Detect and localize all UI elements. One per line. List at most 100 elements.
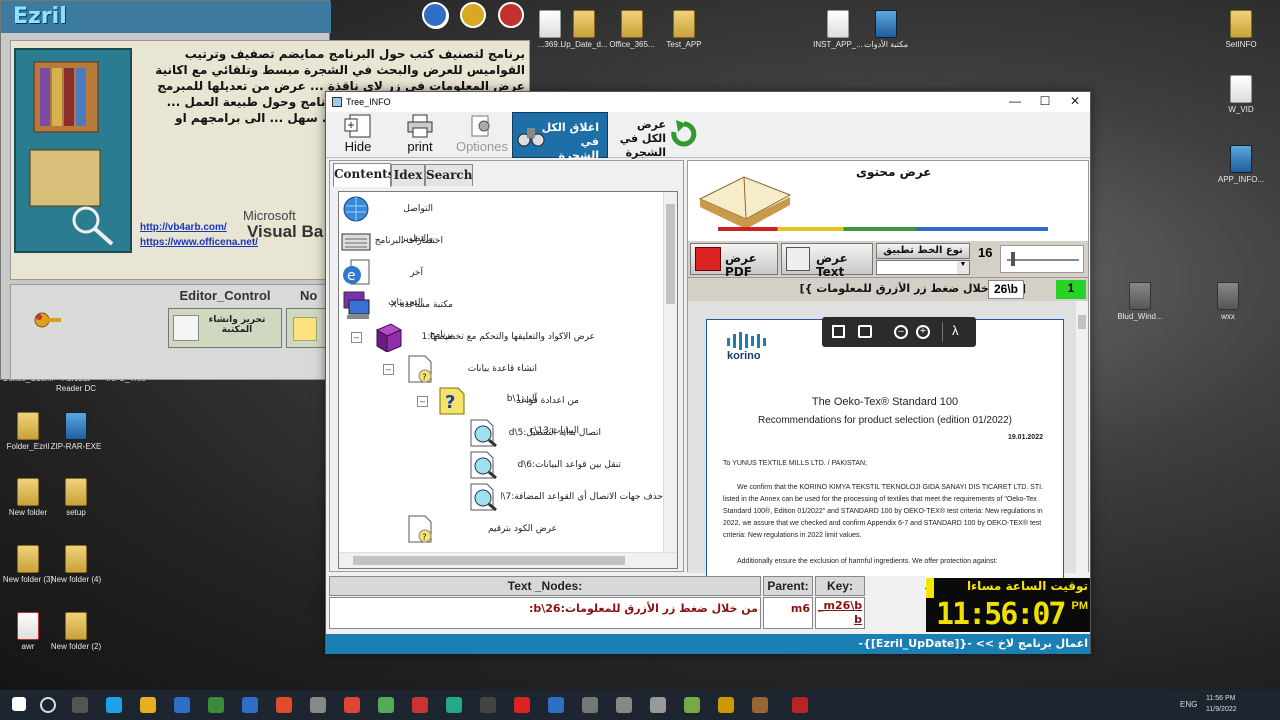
options-button[interactable]: Optiones <box>452 112 512 158</box>
taskbar-app-icon[interactable] <box>276 697 292 713</box>
taskbar-app-icon[interactable] <box>582 697 598 713</box>
folder-icon <box>17 545 39 573</box>
task-view-icon[interactable] <box>72 697 88 713</box>
desktop-icon[interactable]: Test_APP <box>656 10 712 50</box>
desktop-icon[interactable]: New folder (4) <box>48 545 104 585</box>
taskbar-app-icon[interactable] <box>446 697 462 713</box>
tab-search[interactable]: Search <box>425 164 473 186</box>
desktop-icon[interactable]: Blud_Wind... <box>1112 282 1168 322</box>
edit-library-button[interactable]: تحرير وانشاء المكتبة <box>168 308 282 348</box>
desktop-icon[interactable]: New folder (2) <box>48 612 104 652</box>
show-text-button[interactable]: عرض Text <box>781 243 873 279</box>
tree-node[interactable]: حذف جهات الاتصال أي القواعد المضافة:d\7 <box>501 482 663 512</box>
print-icon[interactable] <box>858 325 872 338</box>
open-book-icon <box>698 176 792 229</box>
taskbar-app-icon[interactable] <box>650 697 666 713</box>
taskbar-app-icon[interactable] <box>752 697 768 713</box>
edit-pencil-button[interactable] <box>286 308 326 348</box>
node-link-text: [{ من خلال ضغط زر الأزرق للمعلومات }] <box>692 282 1026 299</box>
desktop-icon[interactable]: wxx <box>1200 282 1256 322</box>
save-icon[interactable] <box>832 325 845 338</box>
desktop-icon[interactable]: مكتبة الأدوات <box>858 10 914 50</box>
close-all-tree-button[interactable]: اغلاق الكل في الشجرة <box>512 112 608 162</box>
microsoft-label: Microsoft <box>243 208 296 223</box>
scroll-thumb[interactable] <box>353 556 625 565</box>
desktop-icon[interactable]: W_VID <box>1213 75 1269 115</box>
desktop-icon[interactable]: SetINFO <box>1213 10 1269 50</box>
tree-vertical-scrollbar[interactable] <box>663 192 677 554</box>
opera-icon[interactable] <box>514 697 530 713</box>
show-all-tree-button[interactable]: عرض الكل في الشجرة <box>610 112 702 159</box>
zoom-in-icon[interactable]: + <box>916 325 930 339</box>
font-type-button[interactable]: نوع الخط تطبيق <box>876 243 970 259</box>
edge-icon[interactable] <box>106 697 122 713</box>
file-explorer-icon[interactable] <box>140 697 156 713</box>
store-icon[interactable] <box>174 697 190 713</box>
search-icon <box>469 418 499 448</box>
officena-link[interactable]: https://www.officena.net/ <box>140 237 258 248</box>
tab-contents[interactable]: Contents <box>333 163 394 187</box>
document-scrollbar[interactable] <box>1076 301 1088 573</box>
hide-button[interactable]: Hide <box>332 112 384 158</box>
close-button[interactable]: ✕ <box>1060 92 1090 112</box>
zoom-out-icon[interactable]: – <box>894 325 908 339</box>
key-value: _m26\b b <box>815 597 865 629</box>
clock-panel: توقيت الساعة مساءا 11:56:07 PM <box>926 578 1090 632</box>
font-size-slider[interactable] <box>1000 245 1084 273</box>
scroll-thumb[interactable] <box>666 204 675 304</box>
print-button[interactable]: print <box>394 112 446 158</box>
document-view[interactable]: korino The Oeko-Tex® Standard 100 Recomm… <box>688 301 1088 589</box>
desktop-icon[interactable]: APP_INFO... <box>1213 145 1269 185</box>
taskbar-app-icon[interactable] <box>616 697 632 713</box>
collapse-expander[interactable]: – <box>417 396 428 407</box>
tree-node[interactable]: آخر التحديثات <box>373 258 423 308</box>
taskbar-time[interactable]: 11:56 PM <box>1206 695 1235 702</box>
tree-node[interactable]: التواصل والتطوير <box>373 194 433 244</box>
taskbar-app-icon[interactable] <box>378 697 394 713</box>
taskbar-app-icon[interactable] <box>242 697 258 713</box>
desktop-icon[interactable]: ZIP-RAR-EXE <box>48 412 104 452</box>
taskbar-app-icon[interactable] <box>718 697 734 713</box>
tree-node[interactable]: اختصارات البرنامج <box>373 226 443 256</box>
collapse-expander[interactable]: – <box>351 332 362 343</box>
info-round-button[interactable] <box>422 2 448 28</box>
taskbar-app-icon[interactable] <box>208 697 224 713</box>
scroll-thumb[interactable] <box>1078 315 1086 329</box>
taskbar-app-icon[interactable] <box>412 697 428 713</box>
taskbar-app-icon[interactable] <box>548 697 564 713</box>
taskbar-app-icon[interactable] <box>344 697 360 713</box>
tree-node[interactable]: مكتبة مساعدة X برنامج <box>373 290 453 340</box>
warning-round-button[interactable] <box>460 2 486 28</box>
language-indicator[interactable]: ENG <box>1180 700 1197 709</box>
tree-node[interactable]: تنقل بين قواعد البيانات:d\6 <box>501 450 621 480</box>
folder-icon <box>65 478 87 506</box>
question-icon: ? <box>437 386 467 416</box>
taskbar-app-icon[interactable] <box>792 697 808 713</box>
close-round-button[interactable] <box>498 2 524 28</box>
minimize-button[interactable]: — <box>1000 92 1030 112</box>
tree-node[interactable]: عرض الكود بترقيم السطور:b\12 <box>437 514 557 564</box>
font-type-select[interactable]: ▼ <box>876 260 970 275</box>
taskbar-app-icon[interactable] <box>684 697 700 713</box>
vb4arb-link[interactable]: http://vb4arb.com/ <box>140 222 227 233</box>
tab-index[interactable]: Idex <box>391 164 425 186</box>
tree-node[interactable]: عرض الاكواد والتعليقها والتحكم مع تخصيصه… <box>405 322 595 352</box>
pdf-to-line: To YUNUS TEXTILE MILLS LTD. / PAKISTAN; <box>723 460 868 467</box>
tree-node[interactable]: اتصال بداية التشغيل:d\5 <box>501 418 601 448</box>
tree-horizontal-scrollbar[interactable] <box>339 552 677 568</box>
show-pdf-button[interactable]: عرض PDF <box>690 243 778 279</box>
taskbar-app-icon[interactable] <box>310 697 326 713</box>
maximize-button[interactable]: ☐ <box>1030 92 1060 112</box>
desktop-icon[interactable]: setup <box>48 478 104 518</box>
collapse-expander[interactable]: – <box>383 364 394 375</box>
taskbar-date[interactable]: 11/9/2022 <box>1206 706 1237 713</box>
tree-view[interactable]: التواصل والتطوير اختصارات البرنامج e آخر… <box>338 191 678 569</box>
windows-start-icon[interactable] <box>12 697 26 711</box>
tree-node[interactable]: من اعدادة قواعد البيانات:c\13 <box>469 386 579 436</box>
taskbar-app-icon[interactable] <box>480 697 496 713</box>
pdf-controls: – + λ <box>822 317 976 347</box>
search-icon[interactable] <box>40 697 56 713</box>
tree-node[interactable]: انشاء قاعدة بيانات آلي:b\1 <box>437 354 537 404</box>
acrobat-icon[interactable]: λ <box>952 323 959 338</box>
desktop-icon[interactable]: Office_365... <box>604 10 660 50</box>
